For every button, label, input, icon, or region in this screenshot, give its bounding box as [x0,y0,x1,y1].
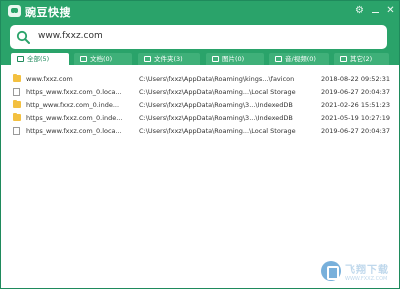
result-name: https_www.fxxz.com_0.loca... [26,88,122,96]
folder-icon [144,56,151,62]
result-name: https_www.fxxz.com_0.inde... [26,114,123,122]
result-name: www.fxxz.com [26,75,73,83]
tab-other[interactable]: 其它(2) [334,53,389,65]
tab-label: 音/视频(0) [285,55,316,63]
tab-images[interactable]: 图片(0) [206,53,264,65]
watermark: 飞翔下载 WWW.FXXZ.COM [319,259,397,287]
tab-label: 其它(2) [350,55,373,63]
tab-label: 图片(0) [222,55,245,63]
result-row[interactable]: http_www.fxxz.com_0.inde... C:\Users\fxx… [1,99,399,111]
category-tabs: 全部(5) 文档(0) 文件夹(3) 图片(0) 音/视频(0) 其它(2) [1,53,399,65]
tab-all[interactable]: 全部(5) [11,53,69,65]
result-path: C:\Users\fxxz\AppData\Roaming\3...\Index… [139,101,293,109]
settings-gear-icon[interactable]: ⚙ [353,4,366,17]
watermark-text: 飞翔下载 [345,265,389,276]
tab-label: 全部(5) [27,55,50,63]
result-row[interactable]: https_www.fxxz.com_0.loca... C:\Users\fx… [1,125,399,137]
result-time: 2019-06-27 20:04:37 [321,88,391,96]
result-path: C:\Users\fxxz\AppData\Roaming\3...\Index… [139,114,293,122]
search-input[interactable]: www.fxxz.com [10,25,387,49]
close-button[interactable]: ✕ [384,4,397,17]
other-icon [340,56,347,62]
app-title: 豌豆快搜 [25,6,71,19]
result-row[interactable]: https_www.fxxz.com_0.loca... C:\Users\fx… [1,86,399,98]
watermark-url: WWW.FXXZ.COM [345,276,388,282]
result-row[interactable]: www.fxxz.com C:\Users\fxxz\AppData\Roami… [1,73,399,85]
media-icon [275,56,282,62]
grid-icon [17,56,24,62]
result-time: 2018-08-22 09:52:31 [321,75,391,83]
tab-documents[interactable]: 文档(0) [74,53,132,65]
search-icon [16,30,30,44]
result-time: 2019-06-27 20:04:37 [321,127,391,135]
app-window: 豌豆快搜 ⚙ ✕ www.fxxz.com 全部(5) 文档(0) 文件夹(3)… [0,0,400,289]
search-input-value: www.fxxz.com [38,31,103,41]
title-bar[interactable]: 豌豆快搜 ⚙ ✕ [1,1,399,21]
result-path: C:\Users\fxxz\AppData\Roaming...\Local S… [139,127,296,135]
tab-media[interactable]: 音/视频(0) [269,53,329,65]
folder-icon [13,113,21,121]
image-icon [212,56,219,62]
watermark-logo-icon [321,261,341,281]
file-icon [13,127,20,135]
folder-icon [13,100,21,108]
folder-icon [13,74,21,82]
document-icon [80,56,87,62]
minimize-button[interactable] [369,4,382,17]
file-icon [13,88,20,96]
tab-label: 文档(0) [90,55,113,63]
result-time: 2021-02-26 15:51:23 [321,101,391,109]
tab-label: 文件夹(3) [154,55,183,63]
tab-folders[interactable]: 文件夹(3) [138,53,200,65]
result-name: https_www.fxxz.com_0.loca... [26,127,122,135]
minimize-icon [372,12,379,13]
result-time: 2021-05-19 10:27:19 [321,114,391,122]
result-name: http_www.fxxz.com_0.inde... [26,101,120,109]
result-row[interactable]: https_www.fxxz.com_0.inde... C:\Users\fx… [1,112,399,124]
result-path: C:\Users\fxxz\AppData\Roaming...\Local S… [139,88,296,96]
app-logo-icon [8,5,21,17]
result-path: C:\Users\fxxz\AppData\Roaming\kings...\f… [139,75,295,83]
